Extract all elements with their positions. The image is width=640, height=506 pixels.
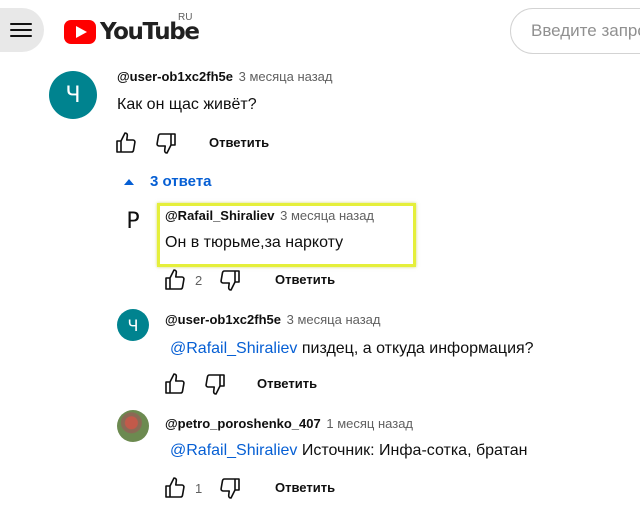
menu-icon-bar [10, 35, 32, 37]
caret-up-icon [124, 178, 134, 185]
replies-count: 3 ответа [150, 173, 212, 190]
reply-text: Он в тюрьме,за наркоту [165, 234, 344, 251]
comment-header: @user-ob1xc2fh5e 3 месяца назад [117, 69, 333, 84]
dislike-icon[interactable] [203, 372, 227, 396]
dislike-icon[interactable] [154, 131, 178, 155]
reply-author[interactable]: @petro_poroshenko_407 [165, 416, 321, 431]
reply-button[interactable]: Ответить [209, 135, 269, 150]
menu-icon-bar [10, 29, 32, 31]
avatar[interactable]: Р [117, 205, 149, 237]
reply-text: @Rafail_Shiraliev пиздец, а откуда инфор… [170, 340, 534, 358]
reply-author[interactable]: @Rafail_Shiraliev [165, 208, 275, 223]
dislike-icon[interactable] [218, 268, 242, 292]
like-icon[interactable] [163, 268, 187, 292]
reply-time[interactable]: 1 месяц назад [326, 416, 413, 431]
like-icon[interactable] [163, 476, 187, 500]
reply-text: @Rafail_Shiraliev Источник: Инфа-сотка, … [170, 442, 527, 460]
reply-button[interactable]: Ответить [275, 480, 335, 495]
menu-button[interactable] [0, 8, 44, 52]
reply-header: @Rafail_Shiraliev 3 месяца назад [165, 208, 374, 223]
reply-time[interactable]: 3 месяца назад [287, 312, 381, 327]
reply-button[interactable]: Ответить [275, 272, 335, 287]
top-bar: YouTube RU [0, 0, 640, 62]
youtube-logo-icon [64, 20, 96, 44]
like-count: 2 [195, 272, 203, 288]
avatar[interactable]: Ч [117, 309, 149, 341]
reply-header: @petro_poroshenko_407 1 месяц назад [165, 416, 413, 431]
comment-text: Как он щас живёт? [117, 96, 257, 113]
region-code: RU [178, 12, 193, 23]
like-icon[interactable] [163, 372, 187, 396]
reply-actions: 2 [163, 268, 242, 292]
dislike-icon[interactable] [218, 476, 242, 500]
avatar[interactable]: Ч [49, 71, 97, 119]
search-box[interactable] [510, 8, 640, 54]
comment-author[interactable]: @user-ob1xc2fh5e [117, 69, 233, 84]
reply-body: пиздец, а откуда информация? [297, 340, 534, 357]
menu-icon [10, 23, 32, 25]
like-icon[interactable] [114, 131, 138, 155]
mention-link[interactable]: @Rafail_Shiraliev [170, 340, 297, 357]
replies-toggle[interactable]: 3 ответа [122, 173, 212, 190]
reply-button[interactable]: Ответить [257, 376, 317, 391]
avatar[interactable] [117, 410, 149, 442]
reply-actions [163, 372, 227, 396]
reply-time[interactable]: 3 месяца назад [280, 208, 374, 223]
like-count: 1 [195, 480, 203, 496]
reply-body: Источник: Инфа-сотка, братан [297, 442, 528, 459]
reply-author[interactable]: @user-ob1xc2fh5e [165, 312, 281, 327]
reply-actions: 1 [163, 476, 242, 500]
mention-link[interactable]: @Rafail_Shiraliev [170, 442, 297, 459]
comment-time[interactable]: 3 месяца назад [239, 69, 333, 84]
reply-header: @user-ob1xc2fh5e 3 месяца назад [165, 312, 381, 327]
search-input[interactable] [511, 9, 640, 53]
comment-actions [114, 131, 178, 155]
